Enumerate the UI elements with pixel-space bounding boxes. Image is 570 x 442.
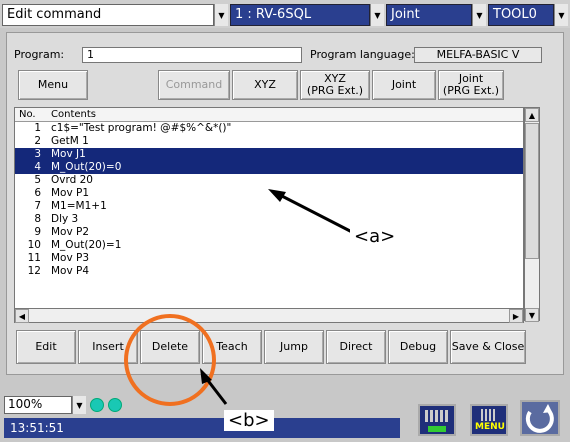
annotation-arrowhead-a — [268, 189, 286, 202]
annotation-arrow-a — [277, 192, 353, 234]
annotation-arrow-b — [204, 377, 228, 405]
annotation-label-b: <b> — [224, 410, 274, 431]
highlight-circle — [124, 314, 216, 406]
annotation-label-a: <a> — [350, 226, 400, 247]
annotation-overlay — [124, 189, 353, 406]
